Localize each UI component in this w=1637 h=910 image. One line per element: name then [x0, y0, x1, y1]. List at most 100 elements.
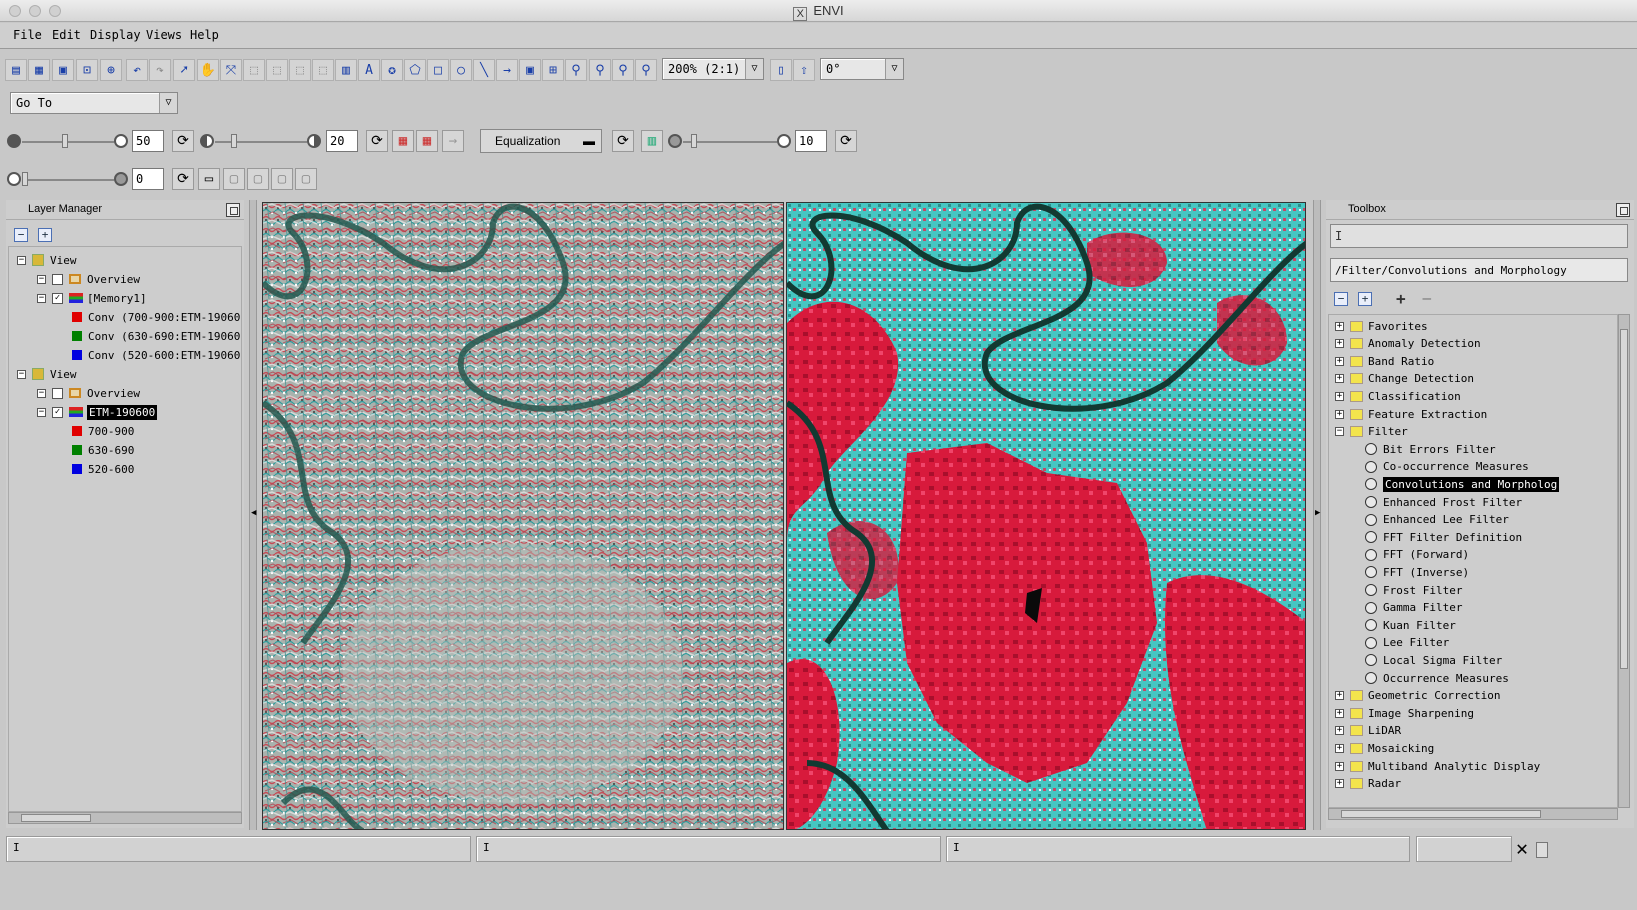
tree-expander-icon[interactable]: + [1335, 779, 1344, 789]
transparency-field[interactable]: 0 [132, 168, 164, 190]
text-icon[interactable]: A [358, 59, 380, 81]
layer-tree-row[interactable]: − ✓ [Memory1] [37, 289, 147, 307]
left-panel-sash[interactable]: ◀ [249, 200, 257, 830]
select-icon[interactable]: ➚ [173, 59, 195, 81]
expand-all-icon[interactable]: + [38, 228, 52, 242]
tree-expander-icon[interactable]: + [1335, 691, 1344, 701]
chevron-down-icon[interactable]: ▽ [745, 59, 763, 79]
tree-expander-icon[interactable]: − [17, 369, 26, 379]
toolbox-path-field[interactable]: /Filter/Convolutions and Morphology [1330, 258, 1628, 282]
tree-expander-icon[interactable]: + [1335, 726, 1344, 736]
sharpen-slider-knob[interactable] [691, 134, 697, 148]
toolbox-folder[interactable]: + Feature Extraction [1335, 405, 1487, 423]
cancel-process-icon[interactable]: ✕ [1512, 838, 1532, 860]
collapse-all-icon[interactable]: − [1334, 292, 1348, 306]
north-up-icon[interactable]: ⇧ [793, 59, 815, 81]
tree-expander-icon[interactable]: + [1335, 743, 1344, 753]
tree-expander-icon[interactable]: − [1335, 427, 1344, 437]
stretch-type-dropdown[interactable]: Equalization ▬ [480, 129, 602, 153]
layer-visibility-checkbox[interactable] [52, 273, 63, 285]
toolbox-tool[interactable]: Convolutions and Morpholog [1365, 475, 1560, 493]
expand-all-icon[interactable]: + [1358, 292, 1372, 306]
tree-expander-icon[interactable]: − [17, 255, 26, 265]
toolbox-tool[interactable]: Lee Filter [1365, 634, 1449, 652]
toolbox-hscrollbar[interactable] [1328, 808, 1618, 820]
menu-help[interactable]: Help [190, 28, 219, 42]
symbol-icon[interactable]: ✪ [381, 59, 403, 81]
reset-sharpen-icon[interactable]: ⟳ [835, 130, 857, 152]
toolbox-tool[interactable]: Enhanced Lee Filter [1365, 511, 1509, 529]
process-manager-icon[interactable] [1536, 842, 1548, 858]
reset-transparency-icon[interactable]: ⟳ [172, 168, 194, 190]
tree-expander-icon[interactable]: − [37, 407, 46, 417]
zoom-in-plus-icon[interactable]: ⚲ [589, 59, 611, 81]
rotation-combo[interactable]: 0° ▽ [820, 58, 904, 80]
tree-expander-icon[interactable]: − [37, 274, 46, 284]
toolbox-folder[interactable]: + Radar [1335, 775, 1401, 793]
layer-tree-row[interactable]: − View [17, 251, 77, 269]
collapse-right-icon[interactable]: ▶ [1315, 508, 1320, 518]
remove-favorite-icon[interactable]: − [1422, 289, 1432, 308]
histogram-icon[interactable]: ▥ [641, 130, 663, 152]
layer-tree-row[interactable]: − View [17, 365, 77, 383]
reset-stretch-icon[interactable]: ⟳ [612, 130, 634, 152]
brightness-slider-knob[interactable] [62, 134, 68, 148]
swipe-icon[interactable]: ▢ [295, 168, 317, 190]
toolbox-vscrollbar[interactable] [1618, 314, 1630, 808]
collapse-left-icon[interactable]: ◀ [251, 508, 256, 518]
toolbox-folder[interactable]: + LiDAR [1335, 722, 1401, 740]
layer-tree-row[interactable]: Conv (520-600:ETM-190600) [57, 346, 241, 364]
redo-icon[interactable]: ↷ [149, 59, 171, 81]
toolbox-tool[interactable]: Bit Errors Filter [1365, 440, 1496, 458]
undo-icon[interactable]: ↶ [126, 59, 148, 81]
crosshair-icon[interactable]: ⊕ [100, 59, 122, 81]
data-manager-icon[interactable]: ▦ [28, 59, 50, 81]
add-favorite-icon[interactable]: + [1396, 289, 1406, 308]
etm-image-view[interactable] [786, 202, 1306, 830]
annotation-chart-icon[interactable]: ▥ [335, 59, 357, 81]
histogram-reset-icon[interactable]: ▦ [416, 130, 438, 152]
arrow-icon[interactable]: → [496, 59, 518, 81]
zoom-fixed-icon[interactable]: ⚲ [635, 59, 657, 81]
layer-tree-row[interactable]: 520-600 [57, 460, 134, 478]
rectangle-icon[interactable]: □ [427, 59, 449, 81]
tree-expander-icon[interactable]: + [1335, 391, 1344, 401]
layer-tree-hscrollbar[interactable] [8, 812, 242, 824]
transparency-slider[interactable] [22, 179, 114, 181]
toolbox-folder[interactable]: − Filter [1335, 423, 1408, 441]
flicker-icon[interactable]: ▢ [271, 168, 293, 190]
transparency-slider-knob[interactable] [22, 172, 28, 186]
brightness-slider[interactable] [22, 141, 114, 143]
toolbox-folder[interactable]: + Multiband Analytic Display [1335, 757, 1540, 775]
layer-tree-row[interactable]: Conv (630-690:ETM-190600) [57, 327, 241, 345]
tree-expander-icon[interactable]: − [37, 293, 46, 303]
histogram-stretch-icon[interactable]: ▦ [392, 130, 414, 152]
tree-expander-icon[interactable]: + [1335, 374, 1344, 384]
toolbox-tool[interactable]: Co-occurrence Measures [1365, 458, 1529, 476]
toolbox-tool[interactable]: Kuan Filter [1365, 616, 1456, 634]
toolbox-tool[interactable]: Local Sigma Filter [1365, 651, 1502, 669]
picture-icon[interactable]: ▣ [519, 59, 541, 81]
zoom-combo[interactable]: 200% (2:1) ▽ [662, 58, 764, 80]
tree-expander-icon[interactable]: + [1335, 708, 1344, 718]
scrollbar-thumb[interactable] [21, 814, 91, 822]
collapse-all-icon[interactable]: − [14, 228, 28, 242]
layer-tree-row[interactable]: − Overview [37, 384, 140, 402]
layer-visibility-checkbox[interactable]: ✓ [52, 406, 63, 418]
scrollbar-thumb[interactable] [1341, 810, 1541, 818]
toolbox-folder[interactable]: + Image Sharpening [1335, 704, 1474, 722]
map-icon[interactable]: ⊞ [542, 59, 564, 81]
reset-brightness-icon[interactable]: ⟳ [172, 130, 194, 152]
chevron-down-icon[interactable]: ▽ [159, 93, 177, 113]
portal-icon[interactable]: ▢ [223, 168, 245, 190]
sharpen-slider[interactable] [683, 141, 777, 143]
zoom-out-icon[interactable]: ⚲ [612, 59, 634, 81]
toolbox-search-input[interactable]: I [1330, 224, 1628, 248]
tree-expander-icon[interactable]: − [37, 388, 46, 398]
reset-contrast-icon[interactable]: ⟳ [366, 130, 388, 152]
toolbox-folder[interactable]: + Anomaly Detection [1335, 335, 1481, 353]
roam-icon[interactable]: ⬚ [243, 59, 265, 81]
tree-expander-icon[interactable]: + [1335, 409, 1344, 419]
toolbox-folder[interactable]: + Classification [1335, 387, 1461, 405]
layer-tree-row[interactable]: 630-690 [57, 441, 134, 459]
